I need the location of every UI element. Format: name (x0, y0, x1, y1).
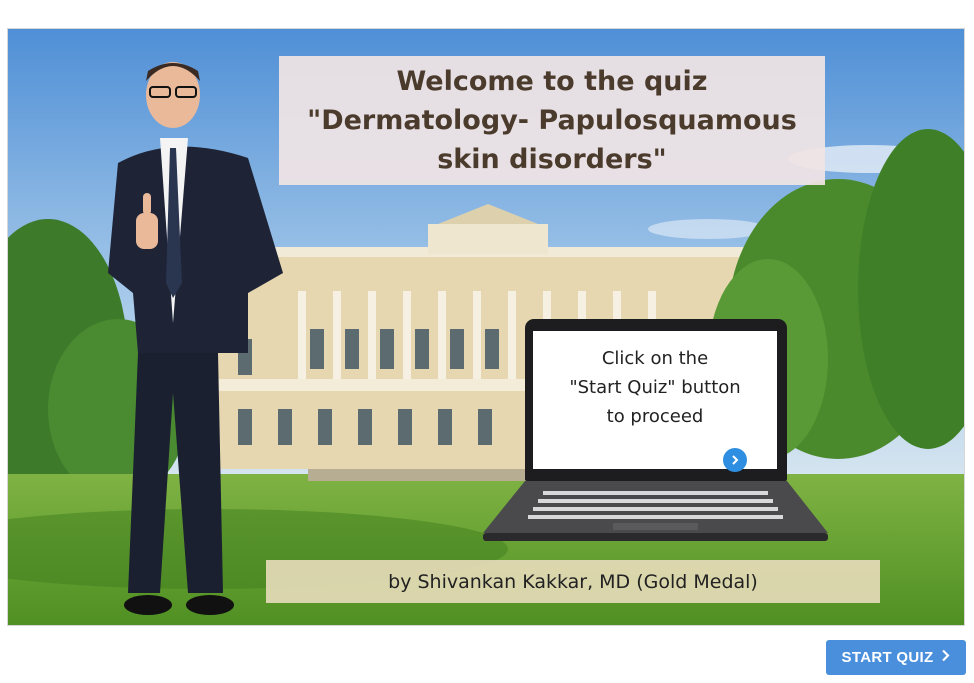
start-quiz-button[interactable]: START QUIZ (826, 640, 966, 675)
instruction-line-2: "Start Quiz" button (569, 377, 741, 398)
chevron-right-icon (732, 455, 739, 465)
welcome-title-line-3: skin disorders" (437, 144, 667, 175)
laptop-illustration: Click on the "Start Quiz" button to proc… (483, 319, 828, 547)
laptop-keyboard-base (483, 481, 828, 541)
welcome-title-line-1: Welcome to the quiz (396, 66, 708, 97)
next-button[interactable] (723, 448, 747, 472)
chevron-right-icon (941, 649, 950, 667)
welcome-title-line-2: "Dermatology- Papulosquamous (307, 105, 797, 136)
instruction-line-3: to proceed (606, 406, 704, 427)
welcome-title-box: Welcome to the quiz "Dermatology- Papulo… (279, 56, 825, 185)
start-quiz-label: START QUIZ (841, 649, 934, 666)
author-credit: by Shivankan Kakkar, MD (Gold Medal) (266, 560, 880, 603)
instruction-line-1: Click on the (601, 348, 709, 369)
quiz-intro-slide: Welcome to the quiz "Dermatology- Papulo… (7, 28, 965, 626)
